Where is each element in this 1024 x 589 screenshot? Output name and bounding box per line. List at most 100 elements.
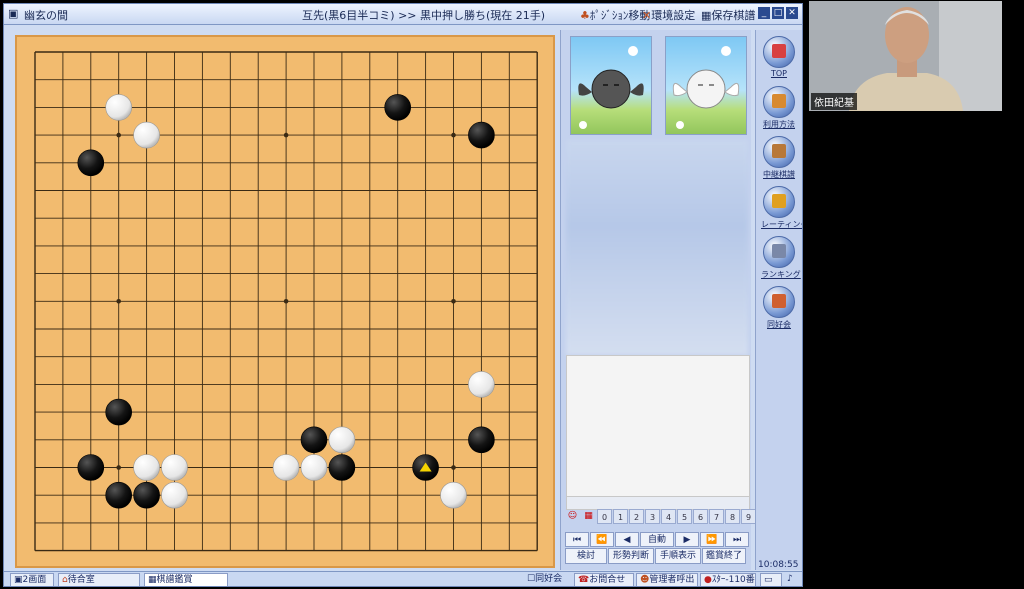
- review-button[interactable]: 検討: [565, 548, 607, 564]
- screens-icon: ▣: [14, 575, 23, 585]
- club-checkbox[interactable]: ☐同好会: [524, 573, 568, 586]
- broadcast-icon: [763, 136, 795, 168]
- window-switch-icon[interactable]: ▭: [760, 573, 782, 586]
- black-stone: [300, 426, 328, 454]
- number-toggle-icon[interactable]: ▦: [581, 509, 596, 524]
- next-move-button[interactable]: ▶: [675, 532, 699, 547]
- star-point: [451, 465, 456, 470]
- move-number-button[interactable]: 4: [661, 509, 676, 524]
- move-number-button[interactable]: 3: [645, 509, 660, 524]
- menu-label: レーティング: [761, 220, 802, 229]
- menu-label: 中継棋譜: [763, 170, 795, 179]
- black-stone: [468, 121, 495, 149]
- star-point: [283, 299, 289, 304]
- participant-name: 依田紀基: [811, 93, 857, 110]
- move-number-button[interactable]: 9: [741, 509, 756, 524]
- maximize-button[interactable]: □: [772, 7, 784, 19]
- menu-club-button[interactable]: 同好会: [761, 286, 797, 330]
- first-move-button[interactable]: ⏮: [565, 532, 589, 547]
- save-kifu-button[interactable]: ▦保存棋譜: [701, 7, 755, 23]
- white-stone: [440, 481, 467, 509]
- black-stone: [77, 149, 105, 177]
- star-point: [116, 132, 121, 138]
- club-icon: [763, 286, 795, 318]
- auto-play-button[interactable]: 自動: [640, 532, 674, 547]
- move-number-button[interactable]: 5: [677, 509, 692, 524]
- position-move-button[interactable]: ♣ﾎﾟｼﾞｼｮﾝ移動: [580, 7, 650, 23]
- prev-fast-button[interactable]: ⏪: [590, 532, 614, 547]
- menu-label: 利用方法: [763, 120, 795, 129]
- move-number-button[interactable]: 1: [613, 509, 628, 524]
- go-board[interactable]: [15, 35, 555, 568]
- face-icon[interactable]: ☺: [565, 509, 580, 524]
- white-stone: [300, 454, 328, 481]
- close-button[interactable]: ✕: [786, 7, 798, 19]
- move-number-toolbar: ☺ ▦ 0123456789: [565, 509, 756, 524]
- move-number-button[interactable]: 0: [597, 509, 612, 524]
- action-row: 検討 形勢判断 手順表示 鑑賞終了: [565, 548, 746, 564]
- prev-move-button[interactable]: ◀: [615, 532, 639, 547]
- top-icon: [763, 36, 795, 68]
- usage-icon: [763, 86, 795, 118]
- app-logo-icon: ▣: [8, 7, 19, 20]
- kifu-viewing-tab[interactable]: ▦棋譜鑑賞: [144, 573, 228, 586]
- star-point: [451, 132, 456, 138]
- seat-button[interactable]: ●ｽﾀｰ-110番: [700, 573, 756, 586]
- star-point: [451, 299, 456, 304]
- black-stone: [328, 454, 356, 481]
- menu-broadcast-button[interactable]: 中継棋譜: [761, 136, 797, 180]
- move-number-button[interactable]: 8: [725, 509, 740, 524]
- white-face-icon: [686, 69, 726, 109]
- inquiry-button[interactable]: ☎お問合せ: [574, 573, 634, 586]
- white-stone: [105, 94, 132, 121]
- move-number-button[interactable]: 7: [709, 509, 724, 524]
- menu-usage-button[interactable]: 利用方法: [761, 86, 797, 130]
- navigation-row: ⏮ ⏪ ◀ 自動 ▶ ⏩ ⏭: [565, 532, 749, 547]
- player-info-blurred: [566, 140, 748, 355]
- white-stone: [161, 454, 188, 481]
- white-stone: [133, 454, 160, 481]
- side-panel: ☺ ▦ 0123456789 ⏮ ⏪ ◀ 自動 ▶ ⏩ ⏭ 検討 形勢判断 手順…: [560, 30, 756, 570]
- move-number-button[interactable]: 2: [629, 509, 644, 524]
- white-player-avatar: [665, 36, 747, 135]
- chat-input[interactable]: [566, 496, 750, 510]
- last-move-button[interactable]: ⏭: [725, 532, 749, 547]
- move-number-button[interactable]: 6: [693, 509, 708, 524]
- video-feed: 依田紀基: [809, 1, 1002, 111]
- screens-button[interactable]: ▣2画面: [10, 573, 54, 586]
- black-stone: [105, 398, 132, 426]
- checkbox-icon: ☐: [527, 574, 536, 584]
- white-stone: [468, 371, 495, 398]
- menu-label: 同好会: [767, 320, 791, 329]
- env-settings-button[interactable]: ✕環境設定: [642, 7, 695, 23]
- menu-rating-button[interactable]: レーティング: [761, 186, 802, 230]
- black-stone: [384, 94, 412, 121]
- white-stone: [272, 454, 300, 481]
- end-viewing-button[interactable]: 鑑賞終了: [702, 548, 746, 564]
- waiting-room-tab[interactable]: ⌂待合室: [58, 573, 140, 586]
- order-display-button[interactable]: 手順表示: [655, 548, 701, 564]
- speaker-icon[interactable]: ♪: [784, 573, 800, 586]
- app-title: 幽玄の間: [24, 9, 68, 22]
- alarm-icon: ●: [704, 575, 712, 585]
- star-point: [116, 299, 121, 304]
- go-client-window: ▣ 幽玄の間 互先(黒6目半コミ) >> 黒中押し勝ち(現在 21手) ♣ﾎﾟｼ…: [3, 3, 803, 587]
- menu-label: ランキング: [761, 270, 801, 279]
- black-stone: [468, 426, 495, 454]
- evaluate-button[interactable]: 形勢判断: [608, 548, 654, 564]
- menu-label: TOP: [770, 69, 787, 78]
- tools-icon: ✕: [642, 9, 652, 22]
- menu-ranking-button[interactable]: ランキング: [761, 236, 801, 280]
- next-fast-button[interactable]: ⏩: [700, 532, 724, 547]
- minimize-button[interactable]: _: [758, 7, 770, 19]
- black-stone: [105, 481, 132, 509]
- game-info: 互先(黒6目半コミ) >> 黒中押し勝ち(現在 21手): [302, 9, 546, 22]
- menu-top-button[interactable]: TOP: [761, 36, 797, 78]
- black-face-icon: [591, 69, 631, 109]
- board-grid[interactable]: [17, 37, 553, 566]
- chat-log[interactable]: [566, 355, 750, 497]
- title-bar: ▣ 幽玄の間 互先(黒6目半コミ) >> 黒中押し勝ち(現在 21手) ♣ﾎﾟｼ…: [4, 4, 802, 25]
- ranking-icon: [763, 236, 795, 268]
- call-admin-button[interactable]: ☻管理者呼出: [636, 573, 698, 586]
- black-player-avatar: [570, 36, 652, 135]
